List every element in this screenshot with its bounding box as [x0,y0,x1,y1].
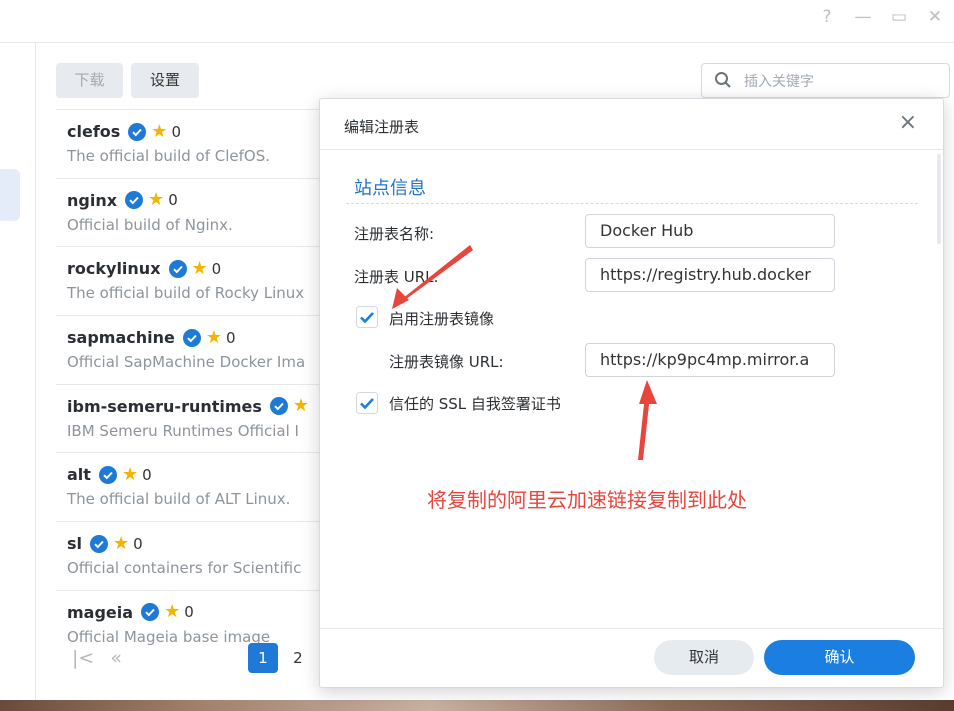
enable-mirror-checkbox[interactable] [356,306,378,328]
window-controls: ? — ▭ ✕ [816,6,946,28]
image-list: clefos ★ 0 The official build of ClefOS.… [56,109,320,659]
trust-ssl-label: 信任的 SSL 自我签署证书 [389,395,561,413]
list-item[interactable]: rockylinux ★ 0 The official build of Roc… [56,246,320,315]
pagination: |< « 1 2 [56,642,313,674]
verified-icon [125,191,144,210]
list-item[interactable]: ibm-semeru-runtimes ★ IBM Semeru Runtime… [56,383,320,453]
verified-icon [90,534,109,553]
star-count: 0 [133,534,143,553]
star-icon: ★ [205,326,222,348]
rail-selected-item[interactable] [0,169,20,221]
settings-button[interactable]: 设置 [131,63,199,98]
star-count: 0 [142,465,152,484]
image-description: The official build of Rocky Linux [67,284,305,303]
image-name: mageia [67,602,134,622]
list-item[interactable]: sapmachine ★ 0 Official SapMachine Docke… [56,315,320,384]
verified-icon [168,259,187,278]
download-button[interactable]: 下载 [56,63,123,98]
minimize-icon[interactable]: — [852,6,874,28]
verified-icon [141,603,160,622]
star-icon: ★ [113,532,130,554]
image-description: Official build of Nginx. [67,215,233,234]
title-divider [0,42,954,43]
list-item[interactable]: clefos ★ 0 The official build of ClefOS. [56,109,320,178]
close-window-icon[interactable]: ✕ [924,6,946,28]
dialog-header-divider [320,149,943,150]
image-name: sl [67,534,83,554]
star-count: 0 [168,191,178,210]
dialog-footer-divider [320,628,943,629]
star-count: 0 [184,603,194,622]
list-item[interactable]: sl ★ 0 Official containers for Scientifi… [56,521,320,590]
scrollbar[interactable] [937,154,941,244]
star-count: 0 [211,259,222,278]
dialog-title: 编辑注册表 [344,118,420,136]
image-description: Official containers for Scientific [67,559,302,578]
page-1-button[interactable]: 1 [247,643,278,673]
search-icon [715,72,731,88]
star-icon: ★ [292,395,310,417]
list-item[interactable]: alt ★ 0 The official build of ALT Linux. [56,452,320,521]
star-count: 0 [225,328,236,347]
verified-icon [269,397,288,416]
left-navigation-rail [0,43,36,700]
list-item[interactable]: nginx ★ 0 Official build of Nginx. [56,177,320,247]
image-name: rockylinux [67,259,161,279]
verified-icon [128,122,147,141]
image-name: alt [67,465,91,485]
cancel-button[interactable]: 取消 [654,640,754,675]
help-icon[interactable]: ? [816,6,838,28]
registry-name-field[interactable]: Docker Hub [585,214,835,248]
trust-ssl-checkbox[interactable] [356,392,378,414]
image-name: sapmachine [67,328,175,348]
enable-mirror-label: 启用注册表镜像 [389,310,495,328]
registry-name-label: 注册表名称: [354,225,435,243]
annotation-note: 将复制的阿里云加速链接复制到此处 [427,488,747,512]
confirm-button[interactable]: 确认 [764,640,915,675]
edit-registry-dialog: 编辑注册表 × 站点信息 注册表名称: Docker Hub 注册表 URL: … [319,98,944,688]
star-icon: ★ [164,601,181,623]
search-input[interactable]: 插入关键字 [701,63,950,98]
section-divider [346,203,918,204]
search-placeholder: 插入关键字 [744,74,814,90]
image-name: ibm-semeru-runtimes [67,396,262,416]
page-2-button[interactable]: 2 [283,643,313,673]
maximize-icon[interactable]: ▭ [888,6,910,28]
desktop-background [0,700,954,711]
registry-url-field[interactable]: https://registry.hub.docker [585,258,835,292]
first-page-icon[interactable]: |< [72,647,94,669]
image-name: nginx [67,190,118,210]
mirror-url-label: 注册表镜像 URL: [389,353,504,371]
image-name: clefos [67,122,121,141]
star-icon: ★ [191,257,208,279]
image-description: IBM Semeru Runtimes Official I [67,421,299,440]
star-icon: ★ [148,189,165,211]
section-title: 站点信息 [354,178,426,199]
star-count: 0 [171,122,181,141]
image-description: The official build of ALT Linux. [67,490,291,509]
previous-page-icon[interactable]: « [110,647,122,669]
mirror-url-field[interactable]: https://kp9pc4mp.mirror.a [585,343,835,377]
close-icon[interactable]: × [899,112,917,134]
registry-url-label: 注册表 URL: [354,268,439,286]
image-description: Official SapMachine Docker Ima [67,353,306,372]
image-description: The official build of ClefOS. [67,147,271,165]
star-icon: ★ [121,463,139,485]
star-icon: ★ [151,120,168,142]
verified-icon [98,465,117,484]
verified-icon [182,328,201,347]
